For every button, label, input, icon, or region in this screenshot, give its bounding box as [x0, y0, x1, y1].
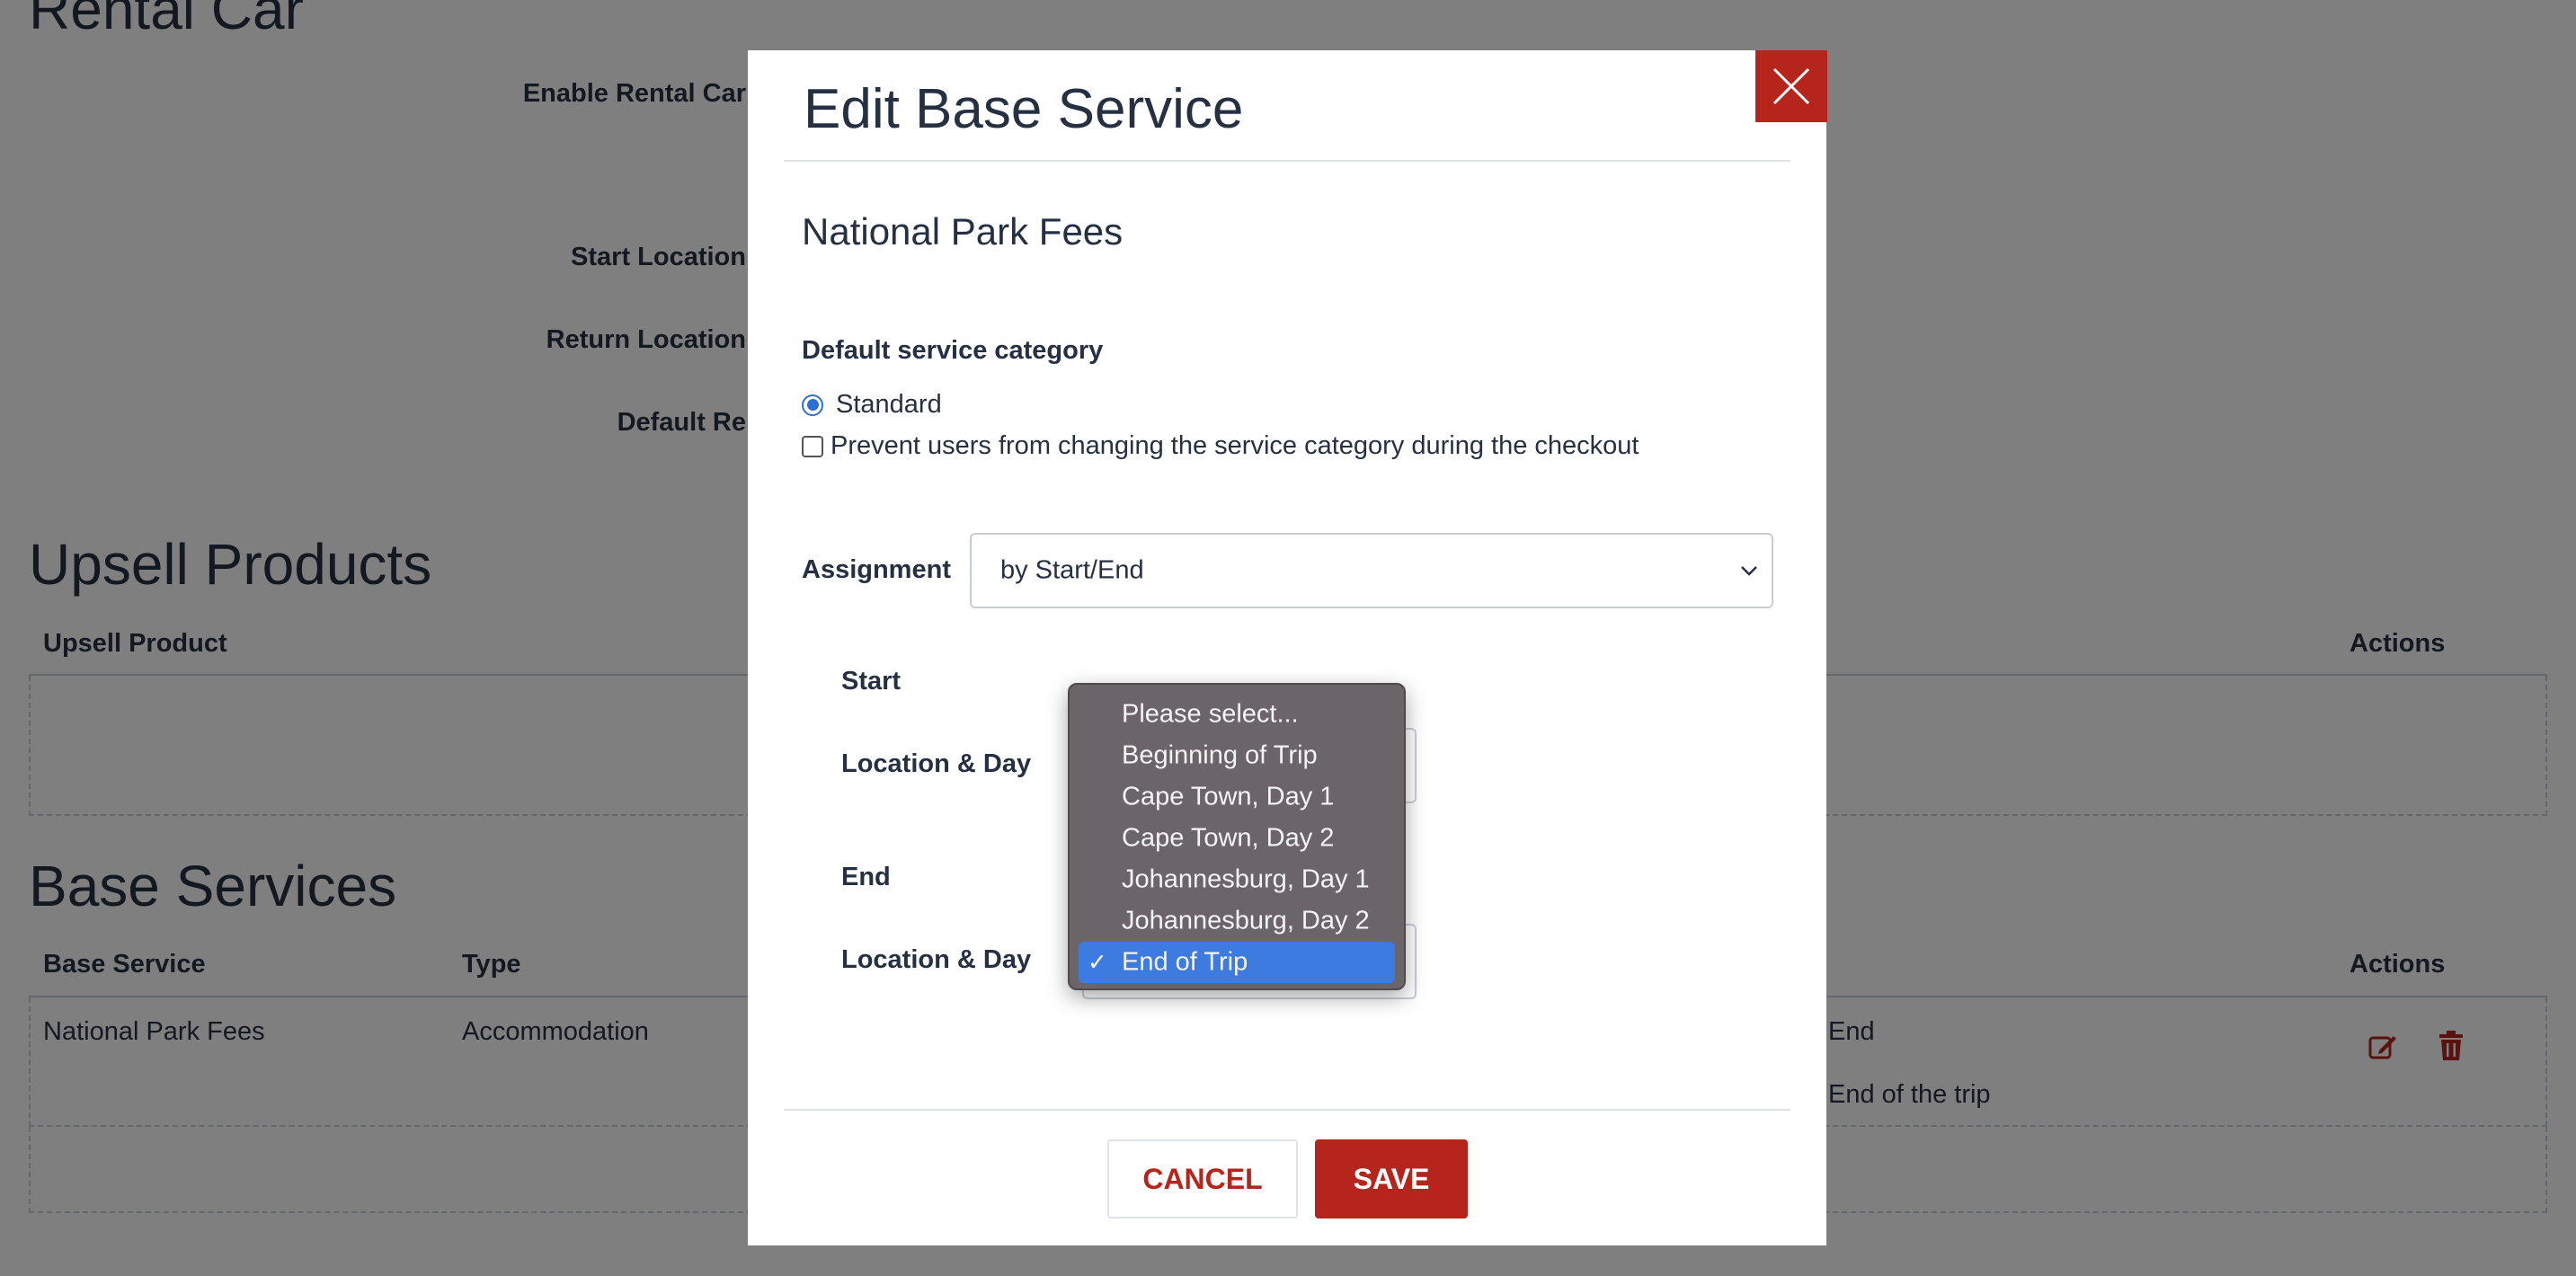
start-heading: Start: [841, 667, 902, 696]
save-button[interactable]: SAVE: [1315, 1139, 1468, 1218]
close-icon: [1772, 67, 1810, 105]
category-standard-option[interactable]: Standard: [802, 390, 942, 420]
modal-header-rule: [784, 160, 1790, 162]
dropdown-option-label: Cape Town, Day 2: [1122, 823, 1335, 853]
modal-footer-rule: [784, 1109, 1790, 1111]
prevent-change-checkbox[interactable]: [802, 435, 823, 457]
dropdown-option-label: Beginning of Trip: [1122, 740, 1318, 770]
start-location-label: Location & Day: [841, 749, 1032, 778]
end-location-label: Location & Day: [841, 945, 1032, 974]
dropdown-option[interactable]: Beginning of Trip: [1079, 735, 1395, 776]
radio-standard-label: Standard: [836, 390, 942, 419]
assignment-select[interactable]: by Start/End: [970, 533, 1773, 608]
dropdown-option[interactable]: Johannesburg, Day 1: [1079, 859, 1395, 900]
category-label: Default service category: [802, 336, 1104, 365]
dropdown-option-label: Cape Town, Day 1: [1122, 782, 1335, 811]
assignment-select-value: by Start/End: [1000, 555, 1144, 585]
prevent-change-label: Prevent users from changing the service …: [831, 431, 1639, 460]
close-button[interactable]: [1755, 50, 1827, 122]
radio-dot: [806, 399, 819, 411]
service-name: National Park Fees: [802, 210, 1124, 253]
dropdown-option[interactable]: Please select...: [1079, 694, 1395, 735]
dropdown-option-label: Johannesburg, Day 1: [1122, 864, 1370, 894]
modal-title: Edit Base Service: [804, 78, 1244, 140]
dropdown-option-label: Please select...: [1122, 699, 1299, 729]
dropdown-option-selected[interactable]: ✓ End of Trip: [1079, 942, 1395, 983]
dropdown-option-label: Johannesburg, Day 2: [1122, 906, 1370, 935]
checkmark-icon: ✓: [1088, 948, 1107, 976]
assignment-label: Assignment: [802, 555, 951, 584]
prevent-change-option[interactable]: Prevent users from changing the service …: [802, 431, 1639, 461]
dropdown-option[interactable]: Johannesburg, Day 2: [1079, 900, 1395, 942]
end-location-dropdown: Please select... Beginning of Trip Cape …: [1068, 683, 1406, 990]
edit-base-service-modal: Edit Base Service National Park Fees Def…: [748, 50, 1827, 1245]
dropdown-option[interactable]: Cape Town, Day 2: [1079, 818, 1395, 859]
radio-standard[interactable]: [802, 394, 823, 416]
chevron-down-icon: [1741, 566, 1757, 576]
cancel-button[interactable]: CANCEL: [1107, 1139, 1298, 1218]
dropdown-option[interactable]: Cape Town, Day 1: [1079, 776, 1395, 818]
end-heading: End: [841, 863, 891, 891]
dropdown-option-label: End of Trip: [1122, 947, 1248, 977]
